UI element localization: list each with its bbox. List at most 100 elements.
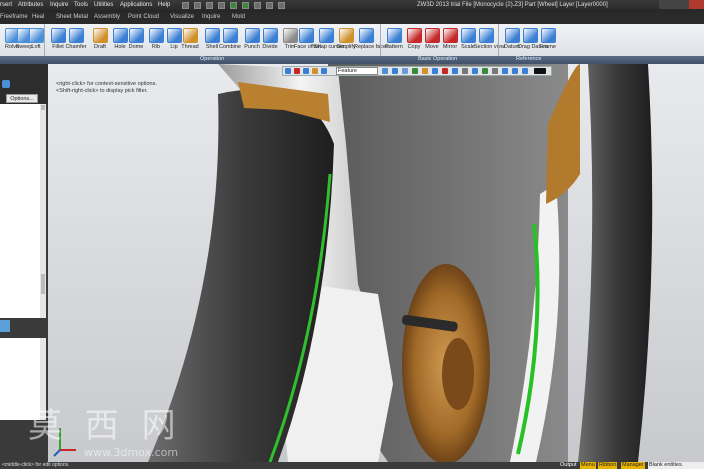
menu-applications[interactable]: Applications [120,2,152,8]
shape-curves-icon [318,28,334,43]
watermark-url: www.3dmox.com [84,446,179,459]
chamfer-icon [68,28,84,43]
ribbon-button-label: Chamfer [65,44,87,50]
group-label-basic-operation: Basic Operation [418,56,458,62]
tab-freeframe[interactable]: Freeframe [0,14,28,20]
status-tab-menu[interactable]: Menu [580,462,596,469]
hub-shape [442,338,474,410]
grid-icon[interactable] [312,68,318,74]
tools-icon[interactable] [522,68,528,74]
window-title: ZW3D 2013 trial File [Monocycle (2).Z3] … [417,2,608,8]
ribbon-button-replace-faces[interactable]: Replace faces [354,26,389,60]
pick-filter-icon[interactable] [285,68,291,74]
options-button[interactable]: Options... [6,94,38,103]
pattern-icon [386,28,402,43]
status-tab-ribbon[interactable]: Ribbon [598,462,618,469]
tab-heal[interactable]: Heal [32,14,44,20]
select-icon[interactable] [294,68,300,74]
output-label[interactable]: Output [560,462,577,469]
history-tree[interactable] [0,104,40,318]
tab-visualize[interactable]: Visualize [170,14,194,20]
z-axis-icon [53,449,61,457]
print-icon[interactable] [218,2,225,9]
dome-icon [128,28,144,43]
simplify-icon [338,28,354,43]
ribbon-button-label: Replace faces [354,44,389,50]
zoom-all-icon[interactable] [382,68,388,74]
color-swatch[interactable] [534,68,546,74]
light-icon[interactable] [442,68,448,74]
ribbon-button-label: Thread [181,44,199,50]
ribbon-button-combine[interactable]: Combine [218,26,242,60]
watermark-logo: 莫 西 网 [28,406,182,446]
history-icon[interactable] [2,80,10,88]
group-label-reference: Reference [516,56,542,62]
history-scrollbar[interactable] [40,104,46,318]
menu-inquire[interactable]: Inquire [50,2,68,8]
ribbon-button-section-view[interactable]: Section view [474,26,505,60]
save-icon[interactable] [206,2,213,9]
menu-tools[interactable]: Tools [74,2,88,8]
maximize-button[interactable] [674,0,689,9]
menu-attributes[interactable]: Attributes [18,2,43,8]
browser-icon[interactable] [0,320,10,332]
filter-icon[interactable] [482,68,488,74]
status-info: Blank entities. [648,462,704,469]
view-icon[interactable] [321,68,327,74]
display-icon[interactable] [452,68,458,74]
new-file-icon[interactable] [182,2,189,9]
tab-sheet-metal[interactable]: Sheet Metal [56,14,88,20]
undo-icon[interactable] [230,2,237,9]
pick-filter-dropdown[interactable]: Feature [336,67,378,75]
hint-text-pickfilter: <Shift-right-click> to display pick filt… [56,88,148,94]
tab-point-cloud[interactable]: Point Cloud [128,14,159,20]
repaint-icon[interactable] [266,2,273,9]
section-icon[interactable] [502,68,508,74]
ribbon-button-chamfer[interactable]: Chamfer [64,26,88,60]
snap-icon[interactable] [303,68,309,74]
tab-inquire[interactable]: Inquire [202,14,220,20]
open-file-icon[interactable] [194,2,201,9]
hint-text-context: <right-click> for context-sensitive opti… [56,81,157,87]
hide-icon[interactable] [462,68,468,74]
frame-icon [540,28,556,43]
status-tab-manager[interactable]: Manager [621,462,645,469]
redo-icon[interactable] [242,2,249,9]
regen-icon[interactable] [254,2,261,9]
ribbon-button-frame[interactable]: Frame [536,26,560,60]
minimize-button[interactable] [659,0,674,9]
combine-icon [222,28,238,43]
divide-icon [262,28,278,43]
settings-icon[interactable] [278,2,285,9]
menu-utilities[interactable]: Utilities [94,2,113,8]
menu-help[interactable]: Help [158,2,170,8]
rotate-icon[interactable] [392,68,398,74]
menu-bar: rsert Attributes Inquire Tools Utilities… [0,0,704,12]
ribbon-button-label: Section view [474,44,505,50]
tab-mold[interactable]: Mold [232,14,245,20]
replace-faces-icon [358,28,374,43]
close-button[interactable] [689,0,704,9]
section-view-icon [478,28,494,43]
shade-icon[interactable] [412,68,418,74]
measure-icon[interactable] [512,68,518,74]
loft-icon [28,28,44,43]
status-message: <middle-click> for edit options. [2,462,70,468]
ribbon-button-label: Frame [540,44,556,50]
thread-icon [182,28,198,43]
tab-assembly[interactable]: Assembly [94,14,120,20]
scroll-up-icon[interactable] [41,105,45,110]
view-orient-icon[interactable] [432,68,438,74]
right-tire-shape [578,64,653,462]
transparency-icon[interactable] [492,68,498,74]
render-icon[interactable] [422,68,428,74]
layer-icon[interactable] [472,68,478,74]
scroll-thumb[interactable] [41,274,45,294]
pan-icon[interactable] [402,68,408,74]
ribbon-button-label: Combine [218,44,241,50]
menu-insert[interactable]: rsert [0,2,12,8]
ribbon-button-thread[interactable]: Thread [178,26,202,60]
group-label-operation: Operation [200,56,225,62]
face-offset-icon [298,28,314,43]
draft-icon [92,28,108,43]
